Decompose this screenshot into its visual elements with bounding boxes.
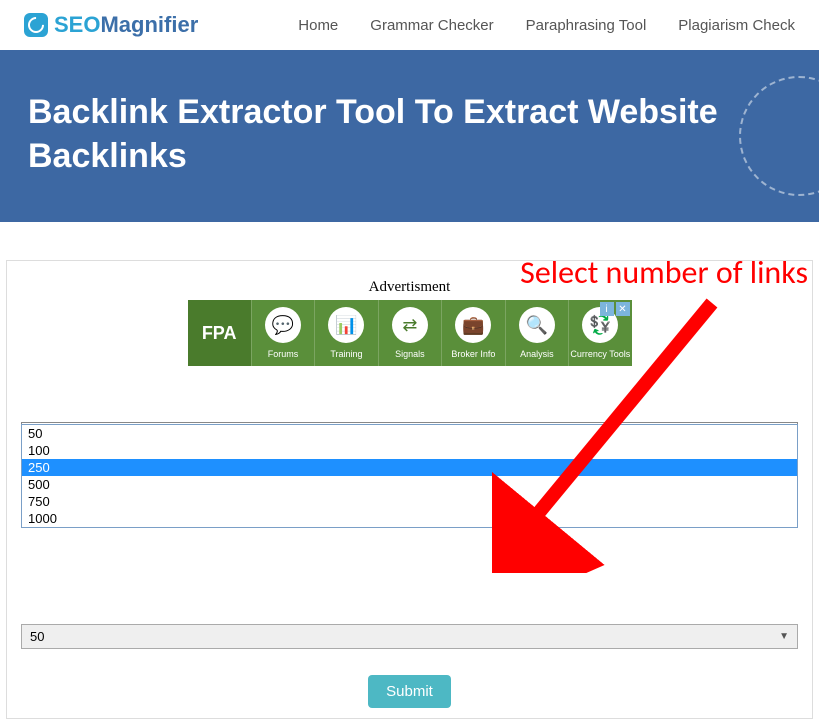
nav-home[interactable]: Home (298, 17, 338, 34)
dropdown-listbox[interactable]: 50 100 250 500 750 1000 (21, 424, 798, 528)
magnify-icon: 🔍 (519, 307, 555, 343)
ad-item-forums[interactable]: 💬Forums (251, 300, 314, 366)
header: SEOMagnifier Home Grammar Checker Paraph… (0, 0, 819, 50)
ad-item-analysis[interactable]: 🔍Analysis (505, 300, 568, 366)
hero-banner: Backlink Extractor Tool To Extract Websi… (0, 50, 819, 222)
link-count-dropdown: 50 100 250 500 750 1000 50 ▼ (21, 524, 798, 649)
annotation-label: Select number of links (520, 253, 808, 292)
chevron-down-icon: ▼ (779, 631, 789, 642)
ad-item-signals[interactable]: ⇄Signals (378, 300, 441, 366)
logo-magnifier: Magnifier (100, 12, 198, 37)
nav: Home Grammar Checker Paraphrasing Tool P… (298, 17, 795, 34)
dropdown-option-100[interactable]: 100 (22, 442, 797, 459)
ad-item-training[interactable]: 📊Training (314, 300, 377, 366)
select-value: 50 (30, 629, 44, 644)
ad-banner[interactable]: FPA 💬Forums 📊Training ⇄Signals 💼Broker I… (188, 300, 632, 366)
link-count-select[interactable]: 50 ▼ (21, 624, 798, 649)
dropdown-option-50[interactable]: 50 (22, 425, 797, 442)
magnifier-icon (24, 13, 48, 37)
logo-seo: SEO (54, 12, 100, 37)
ad-close-controls: i ✕ (600, 302, 630, 316)
logo[interactable]: SEOMagnifier (24, 12, 198, 38)
dropdown-option-750[interactable]: 750 (22, 493, 797, 510)
nav-grammar-checker[interactable]: Grammar Checker (370, 17, 493, 34)
dropdown-option-1000[interactable]: 1000 (22, 510, 797, 527)
nav-plagiarism-check[interactable]: Plagiarism Check (678, 17, 795, 34)
chat-icon: 💬 (265, 307, 301, 343)
chart-icon: 📊 (328, 307, 364, 343)
ad-item-broker[interactable]: 💼Broker Info (441, 300, 504, 366)
submit-button[interactable]: Submit (368, 675, 451, 708)
briefcase-icon: 💼 (455, 307, 491, 343)
arrows-icon: ⇄ (392, 307, 428, 343)
main-content: Select number of links Advertisment FPA … (6, 260, 813, 719)
ad-info-icon[interactable]: i (600, 302, 614, 316)
nav-paraphrasing-tool[interactable]: Paraphrasing Tool (526, 17, 647, 34)
logo-text: SEOMagnifier (54, 12, 198, 38)
dropdown-option-500[interactable]: 500 (22, 476, 797, 493)
ad-fpa-badge: FPA (188, 300, 251, 366)
dropdown-option-250[interactable]: 250 (22, 459, 797, 476)
ad-close-icon[interactable]: ✕ (616, 302, 630, 316)
page-title: Backlink Extractor Tool To Extract Websi… (28, 90, 791, 178)
